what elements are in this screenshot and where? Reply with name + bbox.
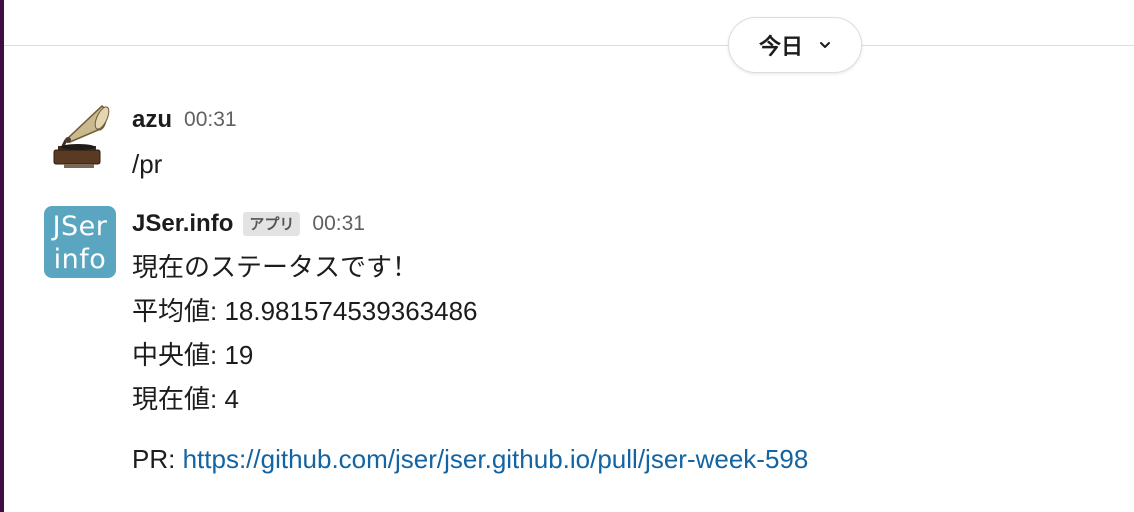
avatar[interactable] [44, 102, 116, 174]
date-divider-line [4, 45, 1134, 46]
status-heading: 現在のステータスです！ [132, 252, 419, 282]
author-name[interactable]: JSer.info [132, 210, 233, 238]
average-value: 平均値: 18.981574539363486 [132, 296, 478, 326]
current-value: 現在値: 4 [132, 384, 239, 414]
date-jump-button[interactable]: 今日 [728, 17, 862, 73]
gramophone-icon [44, 102, 116, 174]
avatar-text-line: JSer [52, 211, 108, 242]
pr-line: PR: https://github.com/jser/jser.github.… [132, 437, 1134, 481]
pr-label: PR: [132, 444, 183, 474]
chevron-down-icon [819, 40, 831, 50]
message-timestamp[interactable]: 00:31 [184, 108, 237, 132]
avatar[interactable]: JSer info [44, 206, 116, 278]
date-label: 今日 [758, 35, 803, 60]
message-timestamp[interactable]: 00:31 [312, 212, 365, 236]
sidebar-edge [0, 0, 4, 512]
author-name[interactable]: azu [132, 106, 172, 134]
message-text: /pr [132, 149, 163, 179]
median-value: 中央値: 19 [132, 340, 254, 370]
avatar-text-line: info [53, 244, 107, 275]
pr-link[interactable]: https://github.com/jser/jser.github.io/p… [183, 444, 809, 474]
app-badge: アプリ [243, 212, 301, 236]
